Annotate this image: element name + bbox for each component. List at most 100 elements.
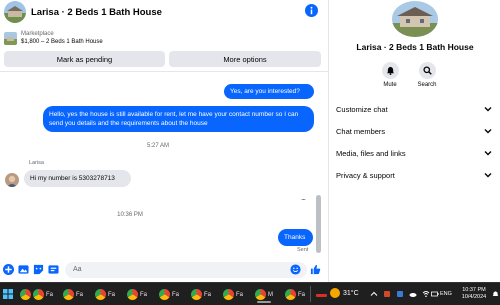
notification-bell-icon[interactable] bbox=[492, 290, 499, 298]
message-outgoing[interactable]: Thanks bbox=[278, 229, 313, 246]
sender-avatar[interactable] bbox=[5, 173, 19, 187]
taskbar-app-label: Fa bbox=[140, 291, 148, 298]
windows-taskbar: Fa Fa Fa Fa Fa Fa Fa M Fa 31°C ENG 10:37… bbox=[0, 282, 500, 305]
chrome-icon bbox=[127, 289, 138, 300]
chrome-icon bbox=[159, 289, 170, 300]
info-icon[interactable] bbox=[305, 4, 318, 17]
contact-avatar[interactable] bbox=[4, 1, 26, 23]
chrome-icon bbox=[95, 289, 106, 300]
chrome-icon bbox=[33, 289, 44, 300]
plus-icon[interactable] bbox=[3, 264, 14, 275]
message-outgoing[interactable]: Yes, are you interested? bbox=[224, 84, 314, 99]
taskbar-app-label: Fa bbox=[236, 291, 244, 298]
seen-indicator-avatar bbox=[300, 193, 307, 200]
chevron-down-icon bbox=[484, 173, 492, 178]
chevron-down-icon bbox=[484, 151, 492, 156]
sun-icon bbox=[330, 288, 340, 298]
wifi-icon[interactable] bbox=[422, 290, 430, 298]
taskbar-app-label: Fa bbox=[108, 291, 116, 298]
taskbar-app-label: Fa bbox=[298, 291, 306, 298]
taskbar-app-facebook[interactable]: Fa bbox=[223, 287, 243, 302]
search-icon bbox=[423, 66, 432, 75]
windows-start-icon[interactable] bbox=[3, 289, 13, 299]
header-divider bbox=[0, 71, 328, 72]
battery-icon[interactable] bbox=[431, 290, 439, 298]
conversation-info-panel: Larisa · 2 Beds 1 Bath House Mute Search… bbox=[328, 0, 500, 282]
chrome-icon bbox=[255, 289, 266, 300]
message-incoming[interactable]: Hi my number is 5303278713 bbox=[24, 170, 131, 187]
chat-header: Larisa · 2 Beds 1 Bath House bbox=[0, 0, 328, 24]
thumbs-up-icon[interactable] bbox=[310, 264, 321, 275]
chrome-icon bbox=[63, 289, 74, 300]
message-input-placeholder: Aa bbox=[73, 266, 82, 273]
message-input[interactable]: Aa bbox=[65, 262, 307, 278]
marketplace-listing[interactable]: Marketplace $1,800 – 2 Beds 1 Bath House bbox=[0, 27, 328, 49]
tray-app-icon[interactable] bbox=[383, 290, 391, 298]
chevron-down-icon bbox=[484, 129, 492, 134]
clock-time: 10:37 PM bbox=[462, 287, 486, 293]
temperature: 31°C bbox=[343, 289, 359, 297]
taskbar-separator bbox=[310, 286, 311, 302]
taskbar-app-facebook[interactable]: Fa bbox=[191, 287, 211, 302]
taskbar-app-label: Fa bbox=[76, 291, 84, 298]
chrome-icon bbox=[191, 289, 202, 300]
listing-price-title: $1,800 – 2 Beds 1 Bath House bbox=[21, 39, 103, 45]
weather-cloud-icon bbox=[316, 294, 327, 297]
bell-icon bbox=[386, 66, 395, 75]
sender-name: Larisa bbox=[29, 160, 44, 166]
search-label: Search bbox=[417, 82, 437, 88]
taskbar-app-facebook[interactable]: Fa bbox=[159, 287, 179, 302]
section-label: Privacy & support bbox=[336, 170, 395, 180]
active-indicator bbox=[257, 301, 271, 303]
taskbar-app-label: Fa bbox=[46, 291, 54, 298]
weather-widget[interactable]: 31°C bbox=[330, 288, 359, 298]
section-chat-members[interactable]: Chat members bbox=[336, 125, 492, 137]
chevron-down-icon bbox=[484, 107, 492, 112]
section-label: Media, files and links bbox=[336, 148, 406, 158]
taskbar-app-facebook[interactable]: Fa bbox=[63, 287, 83, 302]
taskbar-app-facebook[interactable]: Fa bbox=[285, 287, 305, 302]
taskbar-app-label: Fa bbox=[172, 291, 180, 298]
listing-thumbnail bbox=[4, 31, 17, 45]
taskbar-app-facebook[interactable]: Fa bbox=[127, 287, 147, 302]
chrome-icon bbox=[223, 289, 234, 300]
sticker-icon[interactable] bbox=[33, 264, 44, 275]
marketplace-label: Marketplace bbox=[21, 31, 54, 37]
chrome-icon bbox=[20, 289, 31, 300]
mute-label: Mute bbox=[383, 82, 397, 88]
taskbar-app-chrome[interactable] bbox=[20, 287, 31, 302]
mute-button[interactable] bbox=[382, 62, 399, 79]
section-privacy-support[interactable]: Privacy & support bbox=[336, 169, 492, 181]
mark-as-pending-button[interactable]: Mark as pending bbox=[4, 51, 165, 67]
more-options-button[interactable]: More options bbox=[169, 51, 321, 67]
input-language[interactable]: ENG bbox=[440, 291, 452, 297]
message-composer: Aa bbox=[0, 260, 328, 280]
conversation-name: Larisa · 2 Beds 1 Bath House bbox=[356, 42, 474, 52]
tray-app-icon[interactable] bbox=[396, 290, 404, 298]
taskbar-app-label: Fa bbox=[204, 291, 212, 298]
timestamp: 5:27 AM bbox=[146, 143, 169, 149]
search-button[interactable] bbox=[419, 62, 436, 79]
onedrive-icon[interactable] bbox=[409, 290, 417, 298]
conversation-photo[interactable] bbox=[392, 1, 438, 37]
emoji-icon[interactable] bbox=[290, 264, 301, 275]
taskbar-app-messenger[interactable]: M bbox=[255, 287, 273, 303]
taskbar-app-facebook[interactable]: Fa bbox=[33, 287, 53, 302]
section-label: Customize chat bbox=[336, 104, 388, 114]
gif-icon[interactable] bbox=[48, 264, 59, 275]
message-outgoing[interactable]: Hello, yes the house is still available … bbox=[43, 106, 314, 132]
timestamp: 10:36 PM bbox=[117, 212, 143, 218]
chat-title[interactable]: Larisa · 2 Beds 1 Bath House bbox=[31, 7, 162, 18]
section-label: Chat members bbox=[336, 126, 386, 136]
tray-overflow-icon[interactable] bbox=[370, 290, 378, 298]
section-customize-chat[interactable]: Customize chat bbox=[336, 103, 492, 115]
photo-icon[interactable] bbox=[18, 264, 29, 275]
clock-date: 10/4/2024 bbox=[461, 294, 487, 300]
taskbar-app-facebook[interactable]: Fa bbox=[95, 287, 115, 302]
taskbar-app-label: M bbox=[268, 291, 273, 298]
system-clock[interactable]: 10:37 PM 10/4/2024 bbox=[458, 287, 490, 301]
chat-scrollbar[interactable] bbox=[316, 195, 321, 253]
section-media-files-links[interactable]: Media, files and links bbox=[336, 147, 492, 159]
sent-status: Sent bbox=[297, 247, 309, 253]
chrome-icon bbox=[285, 289, 296, 300]
